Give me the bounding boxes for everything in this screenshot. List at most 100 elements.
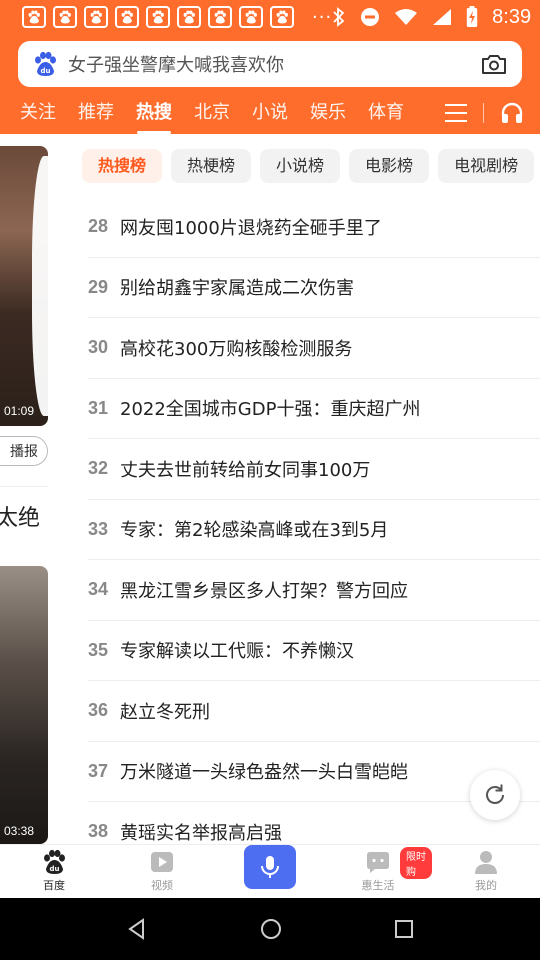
nav-voice[interactable] xyxy=(216,845,324,898)
battery-charging-icon xyxy=(466,6,478,27)
search-input[interactable]: 女子强坐警摩大喊我喜欢你 xyxy=(68,51,480,77)
list-item[interactable]: 28 网友囤1000片退烧药全砸手里了 xyxy=(88,197,540,258)
rank-number: 28 xyxy=(88,216,109,237)
tabs-actions xyxy=(445,101,540,125)
search-box[interactable]: du 女子强坐警摩大喊我喜欢你 xyxy=(18,41,522,87)
hot-title[interactable]: 黄瑶实名举报高启强 xyxy=(120,819,282,845)
cellular-signal-icon xyxy=(433,9,452,25)
chip-novel-rank[interactable]: 小说榜 xyxy=(260,149,341,183)
hot-title[interactable]: 别给胡鑫宇家属造成二次伤害 xyxy=(120,274,354,300)
system-navigation-bar xyxy=(0,898,540,960)
broadcast-label: 播报 xyxy=(10,444,38,460)
hot-title[interactable]: 专家：第2轮感染高峰或在3到5月 xyxy=(120,516,388,542)
chip-tv-rank[interactable]: 电视剧榜 xyxy=(438,149,535,183)
rank-number: 37 xyxy=(88,760,109,781)
rank-number: 31 xyxy=(88,397,109,418)
nav-video-label: 视频 xyxy=(151,879,173,892)
left-feed-column: 01:09 播报 太绝 03:38 xyxy=(0,134,50,844)
nav-home-label: 百度 xyxy=(43,879,65,892)
channel-tabs: 关注 推荐 热搜 北京 小说 娱乐 体育 xyxy=(0,93,540,134)
tab-novel[interactable]: 小说 xyxy=(241,96,299,130)
bluetooth-icon xyxy=(333,7,345,27)
nav-home[interactable]: du 百度 xyxy=(0,845,108,898)
list-item[interactable]: 34 黑龙江雪乡景区多人打架？警方回应 xyxy=(88,560,540,621)
rank-number: 29 xyxy=(88,276,109,297)
baidu-paw-icon xyxy=(115,6,139,28)
rank-number: 33 xyxy=(88,518,109,539)
status-bar: ··· 8:39 xyxy=(0,0,540,34)
home-icon[interactable] xyxy=(259,917,283,941)
list-item[interactable]: 29 别给胡鑫宇家属造成二次伤害 xyxy=(88,258,540,318)
baidu-paw-icon xyxy=(177,6,201,28)
list-item[interactable]: 33 专家：第2轮感染高峰或在3到5月 xyxy=(88,500,540,560)
baidu-paw-icon xyxy=(84,6,108,28)
voice-search-button[interactable] xyxy=(244,845,296,889)
hot-title[interactable]: 专家解读以工代赈：不养懒汉 xyxy=(120,637,354,663)
baidu-paw-icon xyxy=(208,6,232,28)
video-thumbnail[interactable]: 03:38 xyxy=(0,566,48,844)
list-item[interactable]: 35 专家解读以工代赈：不养懒汉 xyxy=(88,621,540,681)
rank-number: 30 xyxy=(88,337,109,358)
rank-number: 38 xyxy=(88,821,109,842)
menu-icon[interactable] xyxy=(445,104,467,122)
video-play-icon xyxy=(151,852,173,872)
baidu-paw-icon xyxy=(146,6,170,28)
ranking-chips: 热搜榜 热梗榜 小说榜 电影榜 电视剧榜 xyxy=(82,149,535,183)
camera-icon[interactable] xyxy=(480,52,508,76)
more-notifications-indicator: ··· xyxy=(312,6,333,28)
nav-life[interactable]: 限时购 惠生活 xyxy=(324,845,432,898)
chip-meme-rank[interactable]: 热梗榜 xyxy=(171,149,252,183)
hot-title[interactable]: 2022全国城市GDP十强：重庆超广州 xyxy=(120,395,420,421)
divider xyxy=(0,486,48,487)
refresh-icon xyxy=(486,784,504,804)
tabs-divider xyxy=(483,103,484,123)
hot-title[interactable]: 赵立冬死刑 xyxy=(120,698,210,724)
rank-number: 32 xyxy=(88,458,109,479)
hot-title[interactable]: 万米隧道一头绿色盎然一头白雪皑皑 xyxy=(120,758,408,784)
do-not-disturb-icon xyxy=(361,8,380,26)
list-item[interactable]: 32 丈夫去世前转给前女同事100万 xyxy=(88,439,540,500)
hot-title[interactable]: 黑龙江雪乡景区多人打架？警方回应 xyxy=(120,577,408,603)
system-status: 8:39 xyxy=(332,6,531,29)
profile-icon xyxy=(475,851,497,874)
baidu-paw-icon xyxy=(22,6,46,28)
broadcast-button[interactable]: 播报 xyxy=(0,436,48,466)
hot-search-list: 28 网友囤1000片退烧药全砸手里了 29 别给胡鑫宇家属造成二次伤害 30 高校花… xyxy=(88,197,540,863)
hot-title[interactable]: 高校花300万购核酸检测服务 xyxy=(120,335,352,361)
list-item[interactable]: 31 2022全国城市GDP十强：重庆超广州 xyxy=(88,379,540,439)
tab-follow[interactable]: 关注 xyxy=(0,96,67,130)
refresh-button[interactable] xyxy=(470,770,520,820)
recents-icon[interactable] xyxy=(394,919,414,939)
rank-number: 34 xyxy=(88,579,109,600)
baidu-paw-icon xyxy=(239,6,263,28)
back-icon[interactable] xyxy=(126,918,148,940)
headphone-icon[interactable] xyxy=(500,101,524,125)
chip-hot-search-rank[interactable]: 热搜榜 xyxy=(82,149,163,183)
list-item[interactable]: 30 高校花300万购核酸检测服务 xyxy=(88,318,540,379)
nav-mine[interactable]: 我的 xyxy=(432,845,540,898)
baidu-logo-icon: du xyxy=(35,51,56,76)
nav-mine-label: 我的 xyxy=(475,879,497,892)
tab-entertainment[interactable]: 娱乐 xyxy=(299,96,357,130)
hot-title[interactable]: 网友囤1000片退烧药全砸手里了 xyxy=(120,214,382,240)
video-duration: 01:09 xyxy=(4,404,35,418)
wifi-icon xyxy=(395,9,418,25)
video-thumbnail[interactable]: 01:09 xyxy=(0,146,48,426)
list-item[interactable]: 36 赵立冬死刑 xyxy=(88,681,540,742)
baidu-paw-icon: du xyxy=(44,849,65,874)
tab-recommend[interactable]: 推荐 xyxy=(67,96,125,130)
tab-sports[interactable]: 体育 xyxy=(357,96,415,130)
nav-life-label: 惠生活 xyxy=(361,879,395,892)
chip-movie-rank[interactable]: 电影榜 xyxy=(349,149,430,183)
top-header: ··· 8:39 du 女子强坐警摩大喊我喜欢你 关注 推荐 热搜 北京 小说 … xyxy=(0,0,540,134)
feed-title-fragment[interactable]: 太绝 xyxy=(0,500,40,532)
message-bubble-icon xyxy=(367,852,389,873)
notification-icons xyxy=(22,6,294,28)
tab-beijing[interactable]: 北京 xyxy=(183,96,241,130)
rank-number: 35 xyxy=(88,639,109,660)
nav-video[interactable]: 视频 xyxy=(108,845,216,898)
baidu-paw-icon xyxy=(53,6,77,28)
tab-hot-search[interactable]: 热搜 xyxy=(125,96,183,134)
microphone-icon xyxy=(261,856,279,878)
hot-title[interactable]: 丈夫去世前转给前女同事100万 xyxy=(120,456,370,482)
